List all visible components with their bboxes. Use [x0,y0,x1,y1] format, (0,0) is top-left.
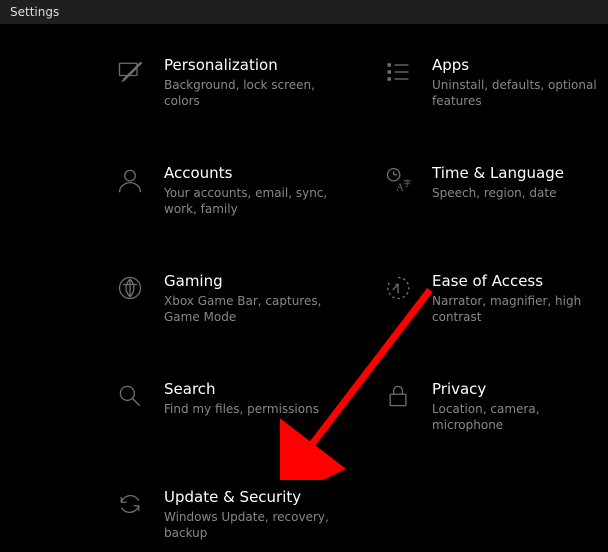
category-text: Personalization Background, lock screen,… [164,56,339,109]
category-label: Privacy [432,380,607,399]
category-desc: Xbox Game Bar, captures, Game Mode [164,293,339,325]
category-update-security[interactable]: Update & Security Windows Update, recove… [114,488,339,541]
category-desc: Your accounts, email, sync, work, family [164,185,339,217]
window-title: Settings [10,5,59,19]
category-text: Ease of Access Narrator, magnifier, high… [432,272,607,325]
category-label: Accounts [164,164,339,183]
svg-text:字: 字 [403,178,411,188]
category-desc: Narrator, magnifier, high contrast [432,293,607,325]
category-ease-of-access[interactable]: Ease of Access Narrator, magnifier, high… [382,272,607,325]
accounts-icon [114,164,146,196]
category-apps[interactable]: Apps Uninstall, defaults, optional featu… [382,56,607,109]
category-text: Time & Language Speech, region, date [432,164,564,201]
search-icon [114,380,146,412]
category-time-language[interactable]: A 字 Time & Language Speech, region, date [382,164,564,201]
privacy-icon [382,380,414,412]
category-text: Apps Uninstall, defaults, optional featu… [432,56,607,109]
settings-category-grid: Personalization Background, lock screen,… [0,24,608,552]
ease-of-access-icon [382,272,414,304]
category-text: Accounts Your accounts, email, sync, wor… [164,164,339,217]
category-label: Ease of Access [432,272,607,291]
category-accounts[interactable]: Accounts Your accounts, email, sync, wor… [114,164,339,217]
category-search[interactable]: Search Find my files, permissions [114,380,319,417]
category-desc: Windows Update, recovery, backup [164,509,339,541]
category-text: Search Find my files, permissions [164,380,319,417]
category-label: Personalization [164,56,339,75]
personalization-icon [114,56,146,88]
category-desc: Find my files, permissions [164,401,319,417]
apps-icon [382,56,414,88]
category-label: Time & Language [432,164,564,183]
category-text: Gaming Xbox Game Bar, captures, Game Mod… [164,272,339,325]
category-privacy[interactable]: Privacy Location, camera, microphone [382,380,607,433]
category-desc: Background, lock screen, colors [164,77,339,109]
category-text: Update & Security Windows Update, recove… [164,488,339,541]
window-titlebar: Settings [0,0,608,25]
category-desc: Uninstall, defaults, optional features [432,77,607,109]
category-label: Apps [432,56,607,75]
category-gaming[interactable]: Gaming Xbox Game Bar, captures, Game Mod… [114,272,339,325]
gaming-icon [114,272,146,304]
category-text: Privacy Location, camera, microphone [432,380,607,433]
category-label: Update & Security [164,488,339,507]
time-language-icon: A 字 [382,164,414,196]
category-desc: Location, camera, microphone [432,401,607,433]
category-label: Search [164,380,319,399]
update-security-icon [114,488,146,520]
category-personalization[interactable]: Personalization Background, lock screen,… [114,56,339,109]
category-desc: Speech, region, date [432,185,564,201]
category-label: Gaming [164,272,339,291]
